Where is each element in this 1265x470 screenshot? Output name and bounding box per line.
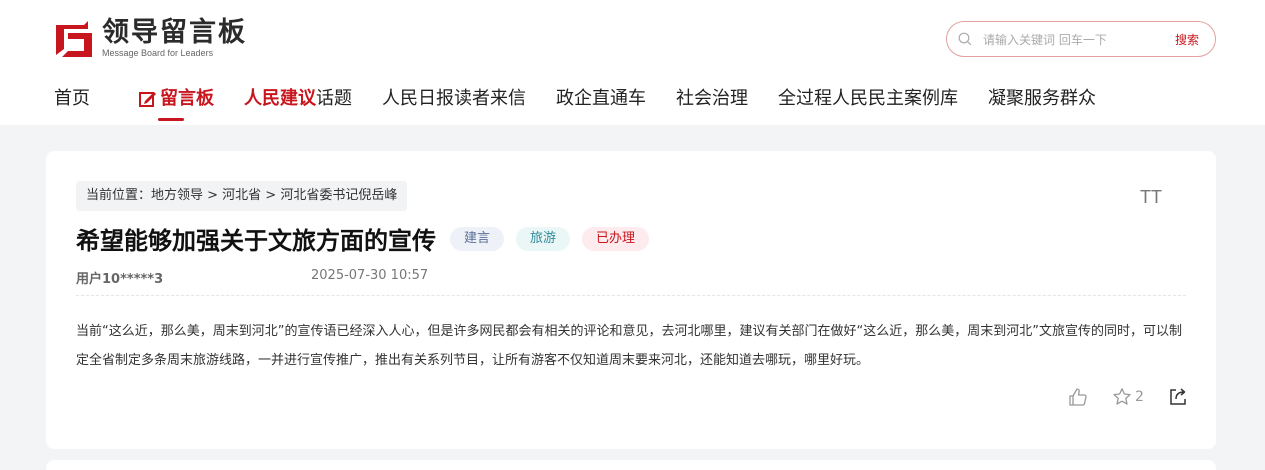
nav-enterprise-channel[interactable]: 政企直通车 [556, 84, 646, 114]
nav-people-suggestions[interactable]: 人民建议 [244, 84, 316, 114]
nav-message-board[interactable]: 留言板 [138, 84, 214, 121]
edit-icon [139, 92, 156, 107]
status-badge: 已办理 [582, 226, 650, 251]
logo[interactable]: 领导留言板 Message Board for Leaders [54, 18, 247, 59]
post-actions: 2 [1068, 387, 1188, 407]
search-box: 搜索 [946, 21, 1216, 57]
tag-tourism: 旅游 [516, 226, 571, 251]
tag-suggestion: 建言 [450, 226, 505, 251]
search-icon [958, 32, 972, 46]
favorite-button[interactable]: 2 [1112, 387, 1144, 407]
divider [76, 295, 1186, 296]
like-button[interactable] [1068, 387, 1088, 407]
search-input[interactable] [983, 30, 1133, 50]
post-author: 用户10*****3 [76, 272, 164, 287]
star-icon [1113, 388, 1131, 405]
main-nav: 首页 留言板 人民建议 话题 人民日报读者来信 政企直通车 社会治理 全过程人民… [54, 84, 1126, 121]
font-size-toggle[interactable]: TT [1140, 187, 1162, 208]
post-title: 希望能够加强关于文旅方面的宣传 [76, 227, 436, 255]
site-header: 领导留言板 Message Board for Leaders 搜索 首页 留言… [0, 0, 1265, 125]
nav-topics[interactable]: 话题 [316, 84, 352, 114]
nav-social-governance[interactable]: 社会治理 [676, 84, 748, 114]
share-button[interactable] [1168, 387, 1188, 407]
nav-readers-letters[interactable]: 人民日报读者来信 [382, 84, 526, 114]
favorite-count: 2 [1135, 389, 1144, 405]
nav-democracy-cases[interactable]: 全过程人民民主案例库 [778, 84, 958, 114]
nav-message-board-label: 留言板 [160, 88, 214, 109]
post-time: 2025-07-30 10:57 [311, 268, 429, 283]
next-card [46, 460, 1216, 470]
share-icon [1170, 388, 1186, 405]
thumb-up-icon [1069, 388, 1087, 406]
search-button[interactable]: 搜索 [1175, 31, 1199, 48]
title-row: 希望能够加强关于文旅方面的宣传 建言 旅游 已办理 [76, 221, 650, 256]
nav-home[interactable]: 首页 [54, 84, 90, 114]
post-content: 当前“这么近，那么美，周末到河北”的宣传语已经深入人心，但是许多网民都会有相关的… [76, 324, 1182, 368]
post-card: 当前位置：地方领导 > 河北省 > 河北省委书记倪岳峰 TT 希望能够加强关于文… [46, 151, 1216, 449]
nav-serve-masses[interactable]: 凝聚服务群众 [988, 84, 1096, 114]
logo-title: 领导留言板 [102, 17, 247, 48]
logo-subtitle: Message Board for Leaders [102, 48, 214, 58]
breadcrumb: 当前位置：地方领导 > 河北省 > 河北省委书记倪岳峰 [76, 181, 408, 211]
logo-icon [54, 19, 94, 59]
